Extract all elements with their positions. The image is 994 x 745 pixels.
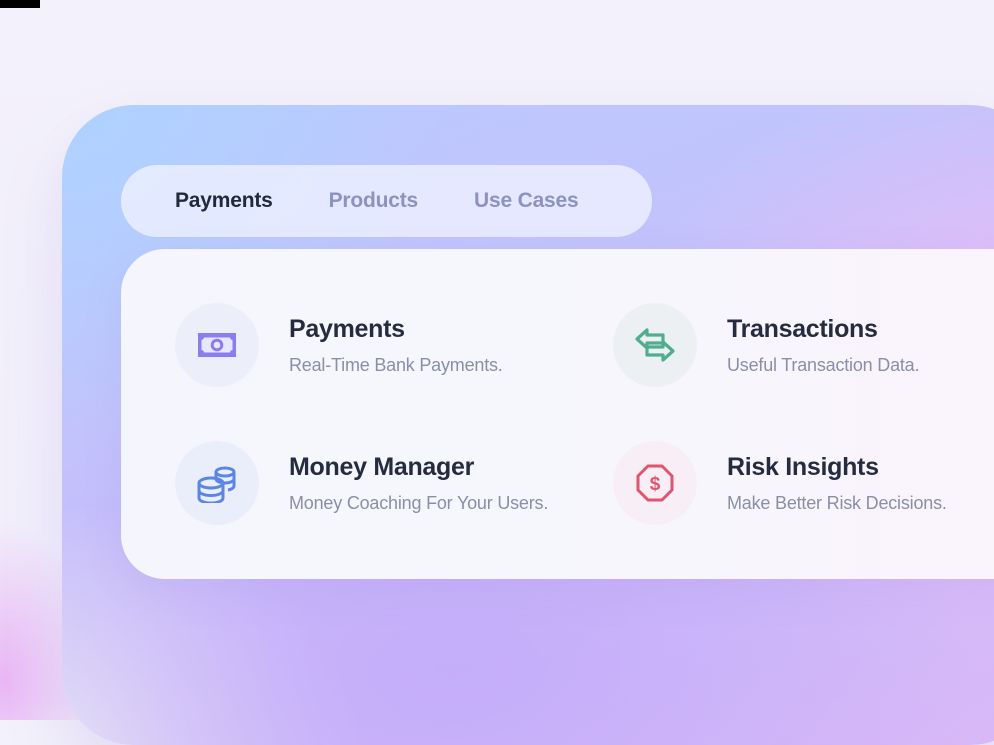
item-description: Money Coaching For Your Users. [289, 493, 549, 513]
menu-item-transactions[interactable]: Transactions Useful Transaction Data. [613, 303, 919, 387]
item-description: Useful Transaction Data. [727, 355, 920, 375]
coins-stack-icon [197, 466, 236, 503]
tab-use-cases[interactable]: Use Cases [474, 189, 579, 213]
money-manager-icon-circle [175, 441, 259, 525]
item-title: Payments [289, 315, 405, 343]
menu-panel: Payments Real-Time Bank Payments. Transa… [121, 249, 994, 579]
tab-bar: Payments Products Use Cases [121, 165, 652, 237]
item-description: Real-Time Bank Payments. [289, 355, 503, 375]
menu-item-risk-insights[interactable]: $ Risk Insights Make Better Risk Decisio… [613, 441, 947, 525]
dollar-octagon-icon: $ [636, 464, 674, 502]
banknote-icon [198, 333, 236, 357]
item-title: Risk Insights [727, 453, 879, 481]
item-title: Transactions [727, 315, 878, 343]
payments-icon-circle [175, 303, 259, 387]
exchange-arrows-icon [635, 328, 675, 362]
transactions-icon-circle [613, 303, 697, 387]
tab-products[interactable]: Products [329, 189, 419, 213]
svg-text:$: $ [650, 474, 661, 495]
menu-item-money-manager[interactable]: Money Manager Money Coaching For Your Us… [175, 441, 548, 525]
risk-insights-icon-circle: $ [613, 441, 697, 525]
menu-item-payments[interactable]: Payments Real-Time Bank Payments. [175, 303, 503, 387]
corner-mark [0, 0, 40, 8]
item-title: Money Manager [289, 453, 475, 481]
tab-payments[interactable]: Payments [175, 189, 273, 213]
item-description: Make Better Risk Decisions. [727, 493, 947, 513]
